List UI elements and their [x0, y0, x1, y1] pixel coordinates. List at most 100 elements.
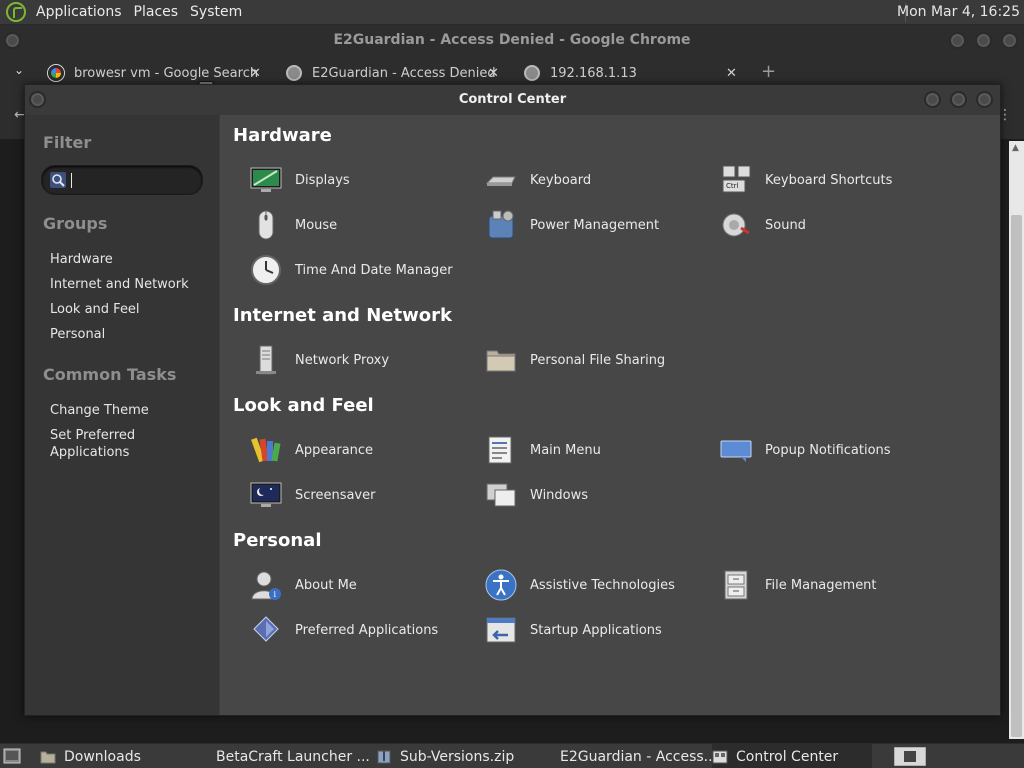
applet-label: Mouse: [295, 217, 338, 233]
group-link-internet-and-network[interactable]: Internet and Network: [50, 276, 189, 293]
tab-google-search[interactable]: browesr vm - Google Search ✕: [48, 59, 266, 87]
applet-label: Displays: [295, 172, 350, 188]
new-tab-button[interactable]: +: [761, 61, 776, 82]
applet-label: Personal File Sharing: [530, 352, 666, 368]
control-center-title: Control Center: [25, 85, 1000, 115]
tab-label: 192.168.1.13: [550, 65, 637, 81]
close-button[interactable]: [1001, 32, 1018, 49]
scrollbar-thumb[interactable]: [1011, 215, 1022, 737]
menu-applications[interactable]: Applications: [34, 4, 132, 20]
applet-popup-notifications[interactable]: Popup Notifications: [719, 433, 891, 467]
applet-personal-file-sharing[interactable]: Personal File Sharing: [484, 343, 665, 377]
main-menu-icon: [488, 436, 512, 464]
applet-appearance[interactable]: Appearance: [249, 433, 373, 467]
applet-startup-applications[interactable]: Startup Applications: [484, 613, 662, 647]
maximize-button[interactable]: [950, 91, 967, 108]
tab-close-icon[interactable]: ✕: [726, 66, 737, 81]
search-icon: [50, 172, 66, 188]
globe-icon: [286, 65, 302, 81]
folder-icon: [40, 751, 56, 763]
folder-share-icon: [486, 350, 516, 372]
applet-label: Keyboard Shortcuts: [765, 172, 893, 188]
applet-screensaver[interactable]: Screensaver: [249, 478, 375, 512]
task-downloads[interactable]: Downloads: [40, 744, 200, 768]
show-desktop-icon[interactable]: [3, 748, 21, 764]
clock-icon: [251, 255, 281, 285]
clock[interactable]: Mon Mar 4, 16:25: [897, 4, 1020, 20]
task-sub-versions-zip[interactable]: Sub-Versions.zip: [376, 744, 536, 768]
tab-close-icon[interactable]: ✕: [488, 66, 499, 81]
minimize-button[interactable]: [924, 91, 941, 108]
task-label: E2Guardian - Access...: [560, 748, 718, 765]
groups-heading: Groups: [43, 214, 108, 233]
about-me-icon: i: [251, 571, 281, 600]
tab-close-icon[interactable]: ✕: [250, 66, 261, 81]
applet-label: Popup Notifications: [765, 442, 891, 458]
filter-search-input[interactable]: [41, 165, 203, 195]
screensaver-icon: [250, 482, 282, 507]
applet-time-and-date-manager[interactable]: Time And Date Manager: [249, 253, 453, 287]
group-link-hardware[interactable]: Hardware: [50, 251, 113, 268]
applet-power-management[interactable]: Power Management: [484, 208, 659, 242]
distro-logo-icon[interactable]: [6, 2, 26, 22]
close-button[interactable]: [976, 91, 993, 108]
menu-system[interactable]: System: [188, 4, 252, 20]
window-menu-button[interactable]: [4, 32, 21, 49]
group-link-personal[interactable]: Personal: [50, 326, 105, 343]
control-center-window: Control Center Filter Groups Hardware In…: [24, 84, 1001, 716]
applet-label: Time And Date Manager: [295, 262, 453, 278]
power-management-icon: [488, 210, 514, 239]
applet-label: Appearance: [295, 442, 374, 458]
network-proxy-icon: [256, 345, 276, 375]
applet-sound[interactable]: Sound: [719, 208, 806, 242]
applet-label: Assistive Technologies: [530, 577, 675, 593]
accessibility-icon: [485, 569, 517, 601]
task-label: Control Center: [736, 748, 839, 765]
applet-file-management[interactable]: File Management: [719, 568, 877, 602]
applet-label: Preferred Applications: [295, 622, 439, 638]
minimize-button[interactable]: [949, 32, 966, 49]
tab-search-chevron-icon[interactable]: ⌄: [14, 63, 24, 77]
tab-e2guardian[interactable]: E2Guardian - Access Denied ✕: [286, 59, 504, 87]
tab-label: browesr vm - Google Search: [74, 65, 259, 81]
mouse-icon: [258, 210, 274, 240]
applet-label: Startup Applications: [530, 622, 662, 638]
svg-text:Ctrl: Ctrl: [726, 182, 739, 190]
appearance-icon: [251, 437, 281, 463]
text-caret: [71, 173, 72, 188]
applet-keyboard[interactable]: Keyboard: [484, 163, 591, 197]
applet-about-me[interactable]: i About Me: [249, 568, 357, 602]
applet-preferred-applications[interactable]: Preferred Applications: [249, 613, 438, 647]
applet-main-menu[interactable]: Main Menu: [484, 433, 601, 467]
group-link-look-and-feel[interactable]: Look and Feel: [50, 301, 140, 318]
maximize-button[interactable]: [975, 32, 992, 49]
windows-icon: [486, 483, 516, 507]
archive-icon: [377, 750, 391, 763]
menu-places[interactable]: Places: [132, 4, 189, 20]
startup-apps-icon: [486, 617, 516, 643]
window-menu-button[interactable]: [29, 91, 46, 108]
applet-assistive-technologies[interactable]: Assistive Technologies: [484, 568, 675, 602]
section-internet-and-network-heading: Internet and Network: [233, 305, 452, 326]
tab-ip-address[interactable]: 192.168.1.13 ✕: [524, 59, 742, 87]
applet-keyboard-shortcuts[interactable]: Ctrl Keyboard Shortcuts: [719, 163, 892, 197]
task-label: Downloads: [64, 748, 141, 765]
task-control-center[interactable]: Control Center: [712, 744, 872, 768]
taskbar: Downloads BetaCraft Launcher ... Sub-Ver…: [0, 743, 1024, 768]
task-e2guardian-chrome[interactable]: E2Guardian - Access...: [544, 744, 717, 768]
applet-windows[interactable]: Windows: [484, 478, 588, 512]
applet-network-proxy[interactable]: Network Proxy: [249, 343, 389, 377]
page-scrollbar[interactable]: ▲: [1009, 141, 1024, 739]
keyboard-icon: [485, 176, 516, 186]
scroll-up-icon[interactable]: ▲: [1012, 143, 1019, 153]
chrome-window-title: E2Guardian - Access Denied - Google Chro…: [333, 32, 691, 48]
applet-label: Sound: [765, 217, 806, 233]
applet-label: Network Proxy: [295, 352, 390, 368]
task-betacraft-launcher[interactable]: BetaCraft Launcher ...: [208, 744, 370, 768]
workspace-switcher-icon[interactable]: [894, 747, 926, 766]
task-link-change-theme[interactable]: Change Theme: [50, 402, 149, 419]
applet-displays[interactable]: Displays: [249, 163, 350, 197]
sidebar: Filter Groups Hardware Internet and Netw…: [25, 115, 219, 715]
applet-mouse[interactable]: Mouse: [249, 208, 337, 242]
task-link-set-preferred-applications[interactable]: Set Preferred Applications: [50, 427, 170, 461]
